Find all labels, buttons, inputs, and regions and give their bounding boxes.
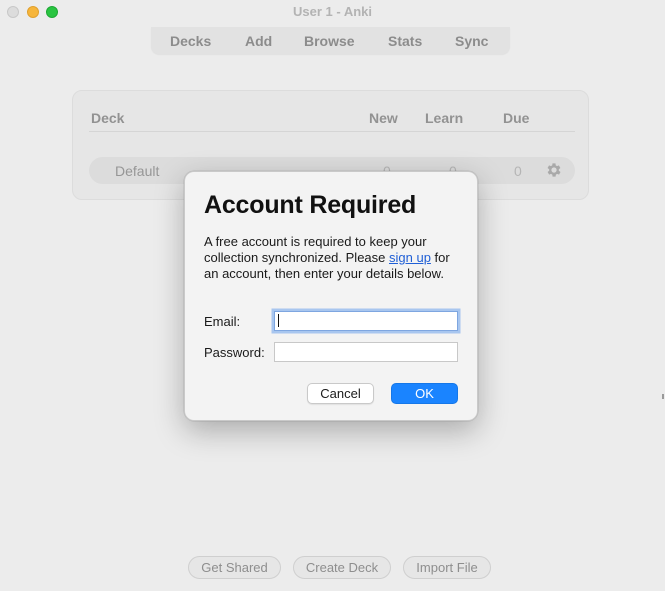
top-toolbar: Decks Add Browse Stats Sync — [151, 27, 510, 54]
resize-handle[interactable] — [662, 394, 664, 399]
new-column-header: New — [369, 110, 398, 126]
email-label: Email: — [204, 314, 241, 329]
learn-column-header: Learn — [425, 110, 464, 126]
title-bar: User 1 - Anki — [0, 0, 665, 24]
gear-icon[interactable] — [545, 161, 563, 179]
email-field[interactable] — [274, 311, 458, 331]
dialog-message: A free account is required to keep your … — [204, 234, 466, 282]
dialog-title: Account Required — [204, 191, 417, 219]
account-required-dialog: Account Required A free account is requi… — [184, 171, 478, 421]
nav-browse[interactable]: Browse — [304, 33, 355, 49]
window-title: User 1 - Anki — [293, 4, 372, 19]
create-deck-button[interactable]: Create Deck — [293, 556, 391, 579]
cancel-button[interactable]: Cancel — [307, 383, 374, 404]
get-shared-button[interactable]: Get Shared — [188, 556, 281, 579]
deck-name[interactable]: Default — [115, 163, 159, 179]
password-label: Password: — [204, 345, 265, 360]
deck-column-header: Deck — [91, 110, 125, 126]
text-cursor — [278, 314, 279, 327]
sign-up-link[interactable]: sign up — [389, 250, 431, 265]
password-field[interactable] — [274, 342, 458, 362]
anki-main-window: User 1 - Anki Decks Add Browse Stats Syn… — [0, 0, 665, 591]
header-divider — [89, 131, 575, 132]
import-file-button[interactable]: Import File — [403, 556, 491, 579]
nav-add[interactable]: Add — [245, 33, 272, 49]
nav-decks[interactable]: Decks — [170, 33, 211, 49]
deck-due-count: 0 — [514, 163, 522, 179]
nav-sync[interactable]: Sync — [455, 33, 488, 49]
ok-button[interactable]: OK — [391, 383, 458, 404]
nav-stats[interactable]: Stats — [388, 33, 422, 49]
due-column-header: Due — [503, 110, 530, 126]
